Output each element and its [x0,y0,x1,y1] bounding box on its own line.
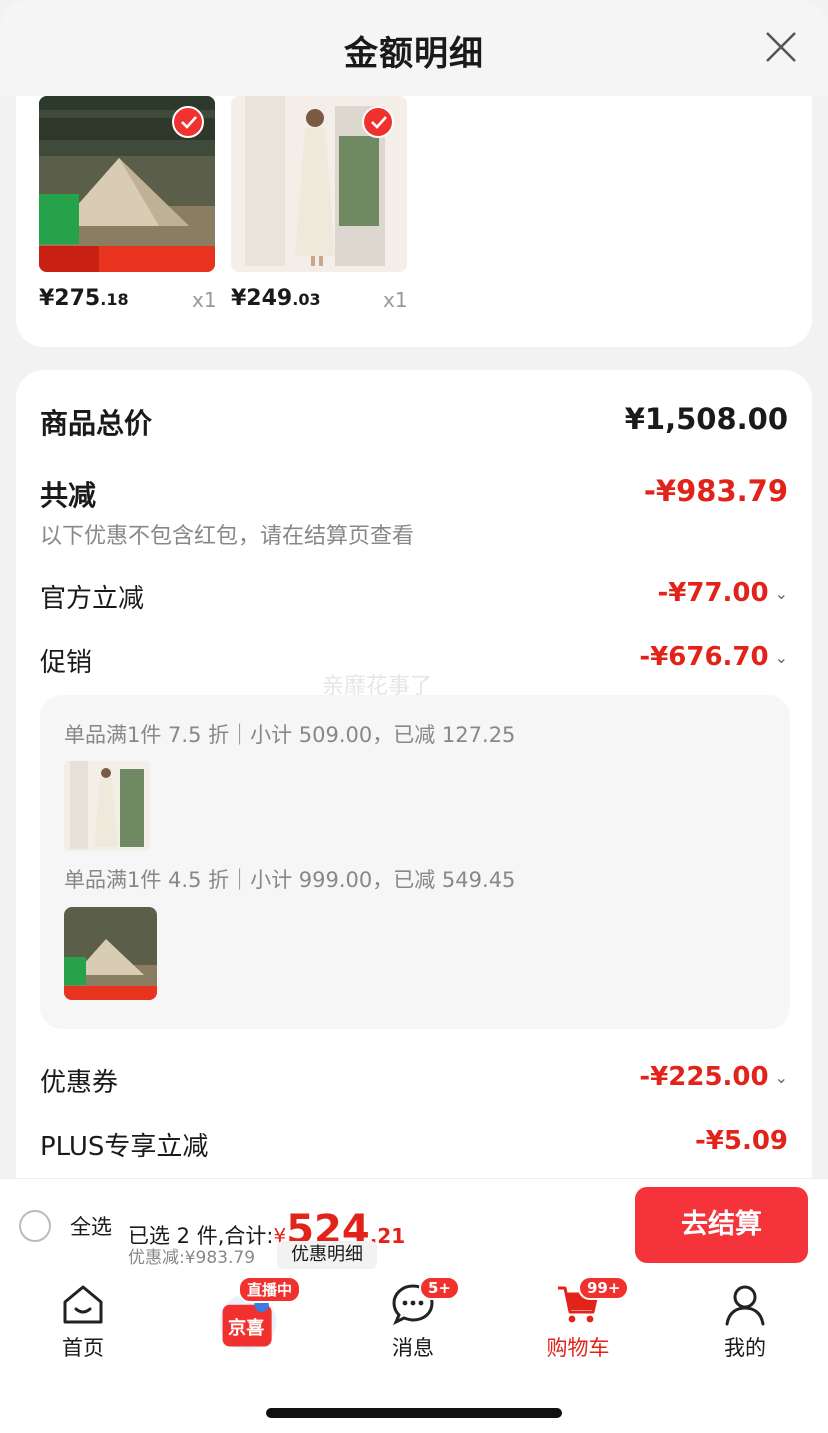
total-reduce-value: -¥983.79 [643,474,788,508]
product-qty: x1 [192,288,217,312]
tab-jingxi[interactable]: 京喜 直播中 [188,1270,308,1365]
product-image-dress[interactable] [231,96,407,272]
tab-label: 购物车 [546,1336,610,1360]
products-card: ¥275.18 x1 ¥249.03 x1 [16,96,812,347]
chevron-down-icon: ⌄ [774,1068,788,1087]
selected-check-icon[interactable] [172,106,204,138]
tab-label: 我的 [724,1336,766,1360]
checkout-bar: 全选 已选 2 件,合计:¥524.21 优惠减:¥983.79 优惠明细 去结… [0,1178,828,1270]
cart-count-badge: 99+ [578,1276,630,1300]
home-indicator [266,1408,562,1418]
selected-check-icon[interactable] [362,106,394,138]
tab-home[interactable]: 首页 [23,1270,143,1365]
promo-rule-text: 单品满1件 4.5 折｜小计 999.00，已减 549.45 [64,868,516,892]
product-price: ¥249.03 [231,286,321,311]
promo-rule-text: 单品满1件 7.5 折｜小计 509.00，已减 127.25 [64,723,516,747]
tab-messages[interactable]: 5+ 消息 [353,1270,473,1365]
plus-reduce-value: -¥5.09 [694,1126,788,1156]
checkout-button[interactable]: 去结算 [635,1187,808,1263]
tab-label: 首页 [62,1336,104,1360]
promo-product-image-dress[interactable] [64,761,150,851]
select-all-label[interactable]: 全选 [70,1211,112,1241]
discount-detail-button[interactable]: 优惠明细 [277,1241,377,1269]
message-count-badge: 5+ [419,1276,461,1300]
chevron-down-icon: ⌄ [774,648,788,667]
tab-cart[interactable]: 99+ 购物车 [518,1270,638,1365]
total-price-label: 商品总价 [40,407,153,440]
price-summary-card: 商品总价 ¥1,508.00 共减 -¥983.79 以下优惠不包含红包，请在结… [16,370,812,1190]
tab-label: 消息 [392,1336,434,1360]
reduce-note: 以下优惠不包含红包，请在结算页查看 [40,524,415,549]
watermark: 亲靡花事了 [322,674,433,699]
plus-reduce-label: PLUS专享立减 [40,1132,209,1162]
chevron-down-icon: ⌄ [774,584,788,603]
product-qty: x1 [383,288,408,312]
total-price-value: ¥1,508.00 [624,402,788,436]
official-reduce-value[interactable]: -¥77.00 ⌄ [657,578,788,608]
coupon-value[interactable]: -¥225.00 ⌄ [639,1062,788,1092]
profile-icon [725,1285,765,1326]
sheet-title: 金额明细 [344,34,484,74]
product-image-tent[interactable] [39,96,215,272]
tab-profile[interactable]: 我的 [685,1270,805,1365]
promo-label: 促销 [40,648,93,678]
live-badge: 直播中 [238,1276,302,1303]
product-price: ¥275.18 [39,286,129,311]
close-icon[interactable] [764,30,798,64]
sheet-header: 金额明细 [0,0,828,96]
select-all-radio[interactable] [19,1210,51,1242]
home-icon [63,1285,103,1324]
discount-summary: 优惠减:¥983.79 [128,1248,256,1268]
total-reduce-label: 共减 [40,479,97,512]
promo-product-image-tent[interactable] [64,907,157,1000]
official-reduce-label: 官方立减 [40,584,145,614]
svg-text:京喜: 京喜 [228,1317,264,1339]
coupon-label: 优惠券 [40,1068,119,1098]
promo-detail-box: 单品满1件 7.5 折｜小计 509.00，已减 127.25 单品满1件 4.… [40,695,790,1029]
promo-value[interactable]: -¥676.70 ⌄ [639,642,788,672]
